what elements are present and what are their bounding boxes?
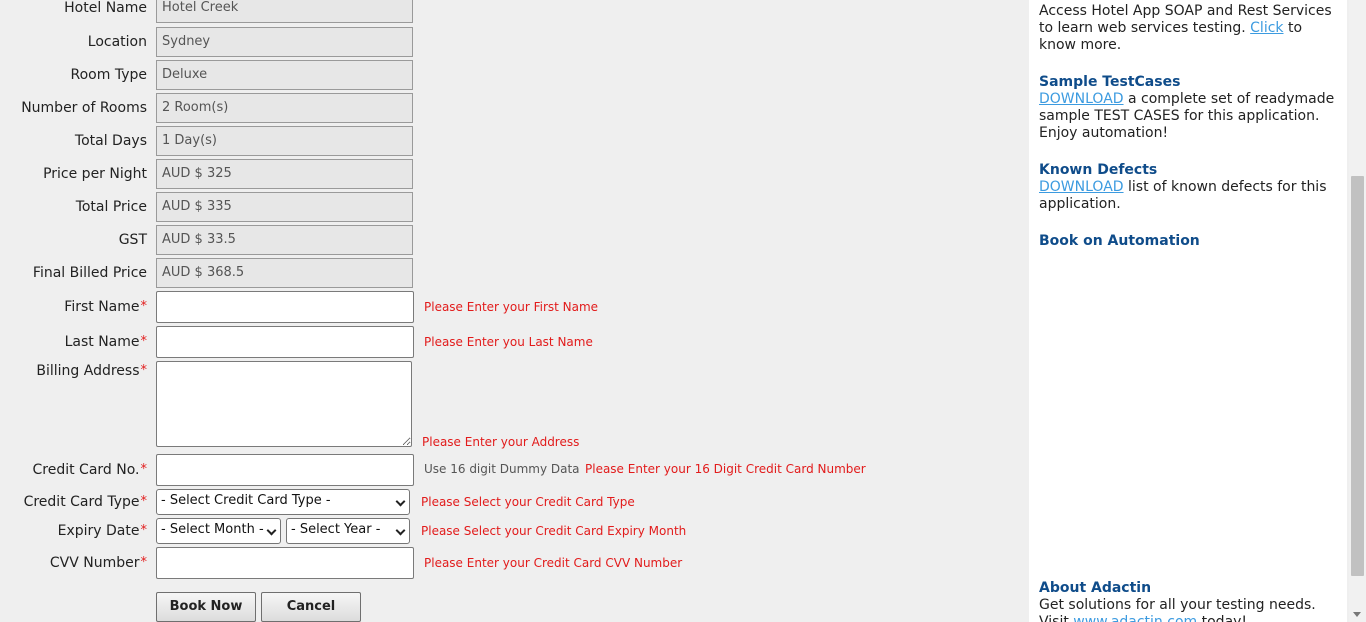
number-of-rooms-field: 2 Room(s) <box>156 93 413 123</box>
expiry-year-selected: - Select Year - <box>291 522 381 537</box>
required-mark: * <box>140 523 148 538</box>
cvv-error: Please Enter your Credit Card CVV Number <box>424 556 683 570</box>
cc-type-label: Credit Card Type* <box>24 494 147 510</box>
hotel-name-field: Hotel Creek <box>156 0 413 23</box>
billing-address-error: Please Enter your Address <box>422 435 580 449</box>
expiry-error: Please Select your Credit Card Expiry Mo… <box>421 524 687 538</box>
right-sidebar: Access Hotel App SOAP and Rest Services … <box>1029 0 1347 622</box>
cc-number-label-text: Credit Card No. <box>32 462 140 478</box>
soap-click-link[interactable]: Click <box>1250 20 1283 36</box>
location-label: Location <box>87 34 147 50</box>
expiry-label-text: Expiry Date <box>57 523 140 539</box>
chevron-down-icon <box>395 496 406 507</box>
first-name-error: Please Enter your First Name <box>424 300 599 314</box>
cancel-button[interactable]: Cancel <box>261 592 361 622</box>
cvv-label-text: CVV Number <box>49 555 140 571</box>
expiry-month-select[interactable]: - Select Month - <box>156 518 281 544</box>
hotel-name-label: Hotel Name <box>64 0 147 16</box>
soap-info: Access Hotel App SOAP and Rest Services … <box>1039 3 1339 54</box>
last-name-label: Last Name* <box>65 334 147 350</box>
about-adactin-section: About Adactin Get solutions for all your… <box>1039 580 1339 622</box>
price-per-night-field: AUD $ 325 <box>156 159 413 189</box>
cc-type-selected: - Select Credit Card Type - <box>161 493 331 508</box>
total-price-field: AUD $ 335 <box>156 192 413 222</box>
final-billed-price-label: Final Billed Price <box>32 265 147 281</box>
total-days-field: 1 Day(s) <box>156 126 413 156</box>
last-name-error: Please Enter you Last Name <box>424 335 593 349</box>
required-mark: * <box>140 555 148 570</box>
sample-download-link[interactable]: DOWNLOAD <box>1039 91 1124 107</box>
booking-page: Hotel Name Hotel Creek Location Sydney R… <box>0 0 1366 622</box>
book-on-automation-title[interactable]: Book on Automation <box>1039 233 1339 250</box>
book-on-automation-section: Book on Automation <box>1039 233 1339 250</box>
price-per-night-label: Price per Night <box>43 166 147 182</box>
gst-field: AUD $ 33.5 <box>156 225 413 255</box>
cc-type-error: Please Select your Credit Card Type <box>421 495 635 509</box>
sample-testcases-title: Sample TestCases <box>1039 74 1181 90</box>
sample-testcases-section: Sample TestCases DOWNLOAD a complete set… <box>1039 74 1339 142</box>
room-type-label: Room Type <box>70 67 147 83</box>
billing-address-label: Billing Address* <box>36 363 147 379</box>
scrollbar-thumb[interactable] <box>1351 176 1364 576</box>
last-name-input[interactable] <box>156 326 414 358</box>
last-name-label-text: Last Name <box>64 334 140 350</box>
known-defects-title: Known Defects <box>1039 162 1158 178</box>
book-now-button[interactable]: Book Now <box>156 592 256 622</box>
about-visit-line: Visit www.adactin.com today! <box>1039 614 1339 622</box>
total-price-label: Total Price <box>75 199 147 215</box>
required-mark: * <box>140 363 148 378</box>
cc-type-label-text: Credit Card Type <box>23 494 140 510</box>
billing-address-label-text: Billing Address <box>36 363 140 379</box>
billing-address-textarea[interactable] <box>156 361 412 447</box>
cc-number-error: Please Enter your 16 Digit Credit Card N… <box>585 462 866 476</box>
required-mark: * <box>140 299 148 314</box>
required-mark: * <box>140 334 148 349</box>
location-field: Sydney <box>156 27 413 57</box>
first-name-label-text: First Name <box>64 299 140 315</box>
room-type-field: Deluxe <box>156 60 413 90</box>
defects-download-link[interactable]: DOWNLOAD <box>1039 179 1124 195</box>
first-name-label: First Name* <box>64 299 147 315</box>
required-mark: * <box>140 462 148 477</box>
number-of-rooms-label: Number of Rooms <box>21 100 147 116</box>
cc-type-select[interactable]: - Select Credit Card Type - <box>156 489 410 515</box>
expiry-label: Expiry Date* <box>58 523 147 539</box>
adactin-website-link[interactable]: www.adactin.com <box>1073 614 1197 622</box>
first-name-input[interactable] <box>156 291 414 323</box>
expiry-year-select[interactable]: - Select Year - <box>286 518 410 544</box>
gst-label: GST <box>118 232 147 248</box>
cvv-label: CVV Number* <box>50 555 147 571</box>
cvv-input[interactable] <box>156 547 414 579</box>
about-text: Get solutions for all your testing needs… <box>1039 597 1316 613</box>
final-billed-price-field: AUD $ 368.5 <box>156 258 413 288</box>
chevron-down-icon <box>395 525 406 536</box>
cc-number-label: Credit Card No.* <box>33 462 148 478</box>
chevron-down-icon <box>266 525 277 536</box>
vertical-scrollbar[interactable] <box>1349 0 1366 622</box>
cc-number-input[interactable] <box>156 454 414 486</box>
known-defects-section: Known Defects DOWNLOAD list of known def… <box>1039 162 1339 213</box>
total-days-label: Total Days <box>74 133 147 149</box>
expiry-month-selected: - Select Month - <box>161 522 264 537</box>
cc-number-hint: Use 16 digit Dummy Data <box>424 462 580 476</box>
scroll-down-arrow-icon[interactable] <box>1353 612 1361 617</box>
about-adactin-title: About Adactin <box>1039 580 1152 596</box>
about-after-text: today! <box>1201 614 1248 622</box>
about-visit-text: Visit <box>1039 614 1069 622</box>
required-mark: * <box>140 494 148 509</box>
